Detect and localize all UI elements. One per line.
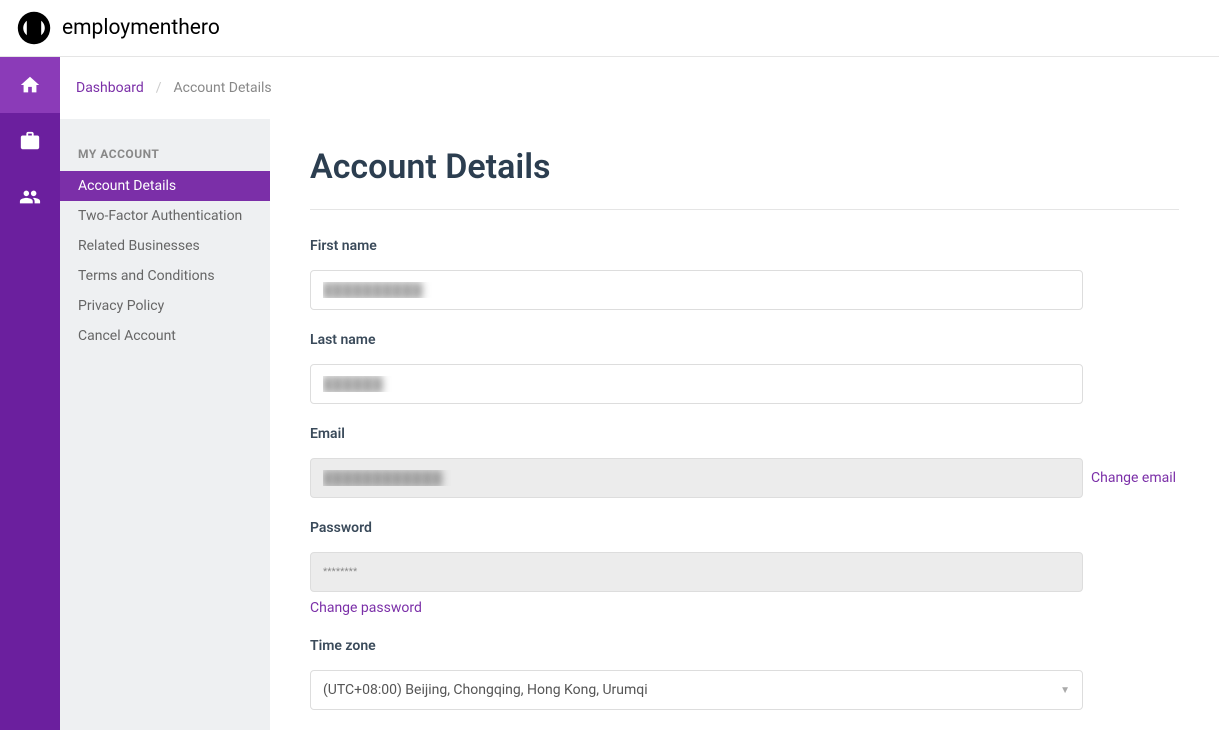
breadcrumb-separator: / <box>156 80 162 96</box>
password-label: Password <box>310 520 1179 536</box>
last-name-row: Last name <box>310 332 1179 404</box>
account-sidebar: MY ACCOUNT Account Details Two-Factor Au… <box>60 119 270 730</box>
change-password-link[interactable]: Change password <box>310 600 422 616</box>
change-email-link[interactable]: Change email <box>1091 470 1176 486</box>
email-row: Email Change email <box>310 426 1179 498</box>
timezone-row: Time zone (UTC+08:00) Beijing, Chongqing… <box>310 638 1179 710</box>
sidebar-item-privacy[interactable]: Privacy Policy <box>60 291 270 321</box>
last-name-label: Last name <box>310 332 1179 348</box>
brand-logo[interactable]: employmenthero <box>16 10 220 46</box>
breadcrumb-current: Account Details <box>174 80 272 96</box>
timezone-label: Time zone <box>310 638 1179 654</box>
nav-home[interactable] <box>0 57 60 113</box>
briefcase-icon <box>19 130 41 152</box>
password-input <box>310 552 1083 592</box>
page-title: Account Details <box>310 147 1179 187</box>
first-name-input[interactable] <box>310 270 1083 310</box>
email-input <box>310 458 1083 498</box>
first-name-label: First name <box>310 238 1179 254</box>
nav-rail <box>0 57 60 730</box>
logo-icon <box>16 10 52 46</box>
main-content: Account Details First name Last name Ema… <box>270 119 1219 730</box>
sidebar-item-2fa[interactable]: Two-Factor Authentication <box>60 201 270 231</box>
nav-briefcase[interactable] <box>0 113 60 169</box>
sidebar-item-account-details[interactable]: Account Details <box>60 171 270 201</box>
sidebar-heading: MY ACCOUNT <box>60 147 270 171</box>
breadcrumb: Dashboard / Account Details <box>60 57 1219 119</box>
breadcrumb-root[interactable]: Dashboard <box>76 80 144 96</box>
sidebar-item-terms[interactable]: Terms and Conditions <box>60 261 270 291</box>
divider <box>310 209 1179 210</box>
email-label: Email <box>310 426 1179 442</box>
sidebar-item-cancel[interactable]: Cancel Account <box>60 321 270 351</box>
chevron-down-icon: ▼ <box>1060 685 1070 696</box>
last-name-input[interactable] <box>310 364 1083 404</box>
brand-name: employmenthero <box>62 16 220 40</box>
password-row: Password Change password <box>310 520 1179 616</box>
timezone-select[interactable]: (UTC+08:00) Beijing, Chongqing, Hong Kon… <box>310 670 1083 710</box>
first-name-row: First name <box>310 238 1179 310</box>
timezone-value: (UTC+08:00) Beijing, Chongqing, Hong Kon… <box>323 682 648 698</box>
sidebar-item-related-businesses[interactable]: Related Businesses <box>60 231 270 261</box>
app-header: employmenthero <box>0 0 1219 57</box>
people-icon <box>19 186 41 208</box>
home-icon <box>19 74 41 96</box>
nav-people[interactable] <box>0 169 60 225</box>
